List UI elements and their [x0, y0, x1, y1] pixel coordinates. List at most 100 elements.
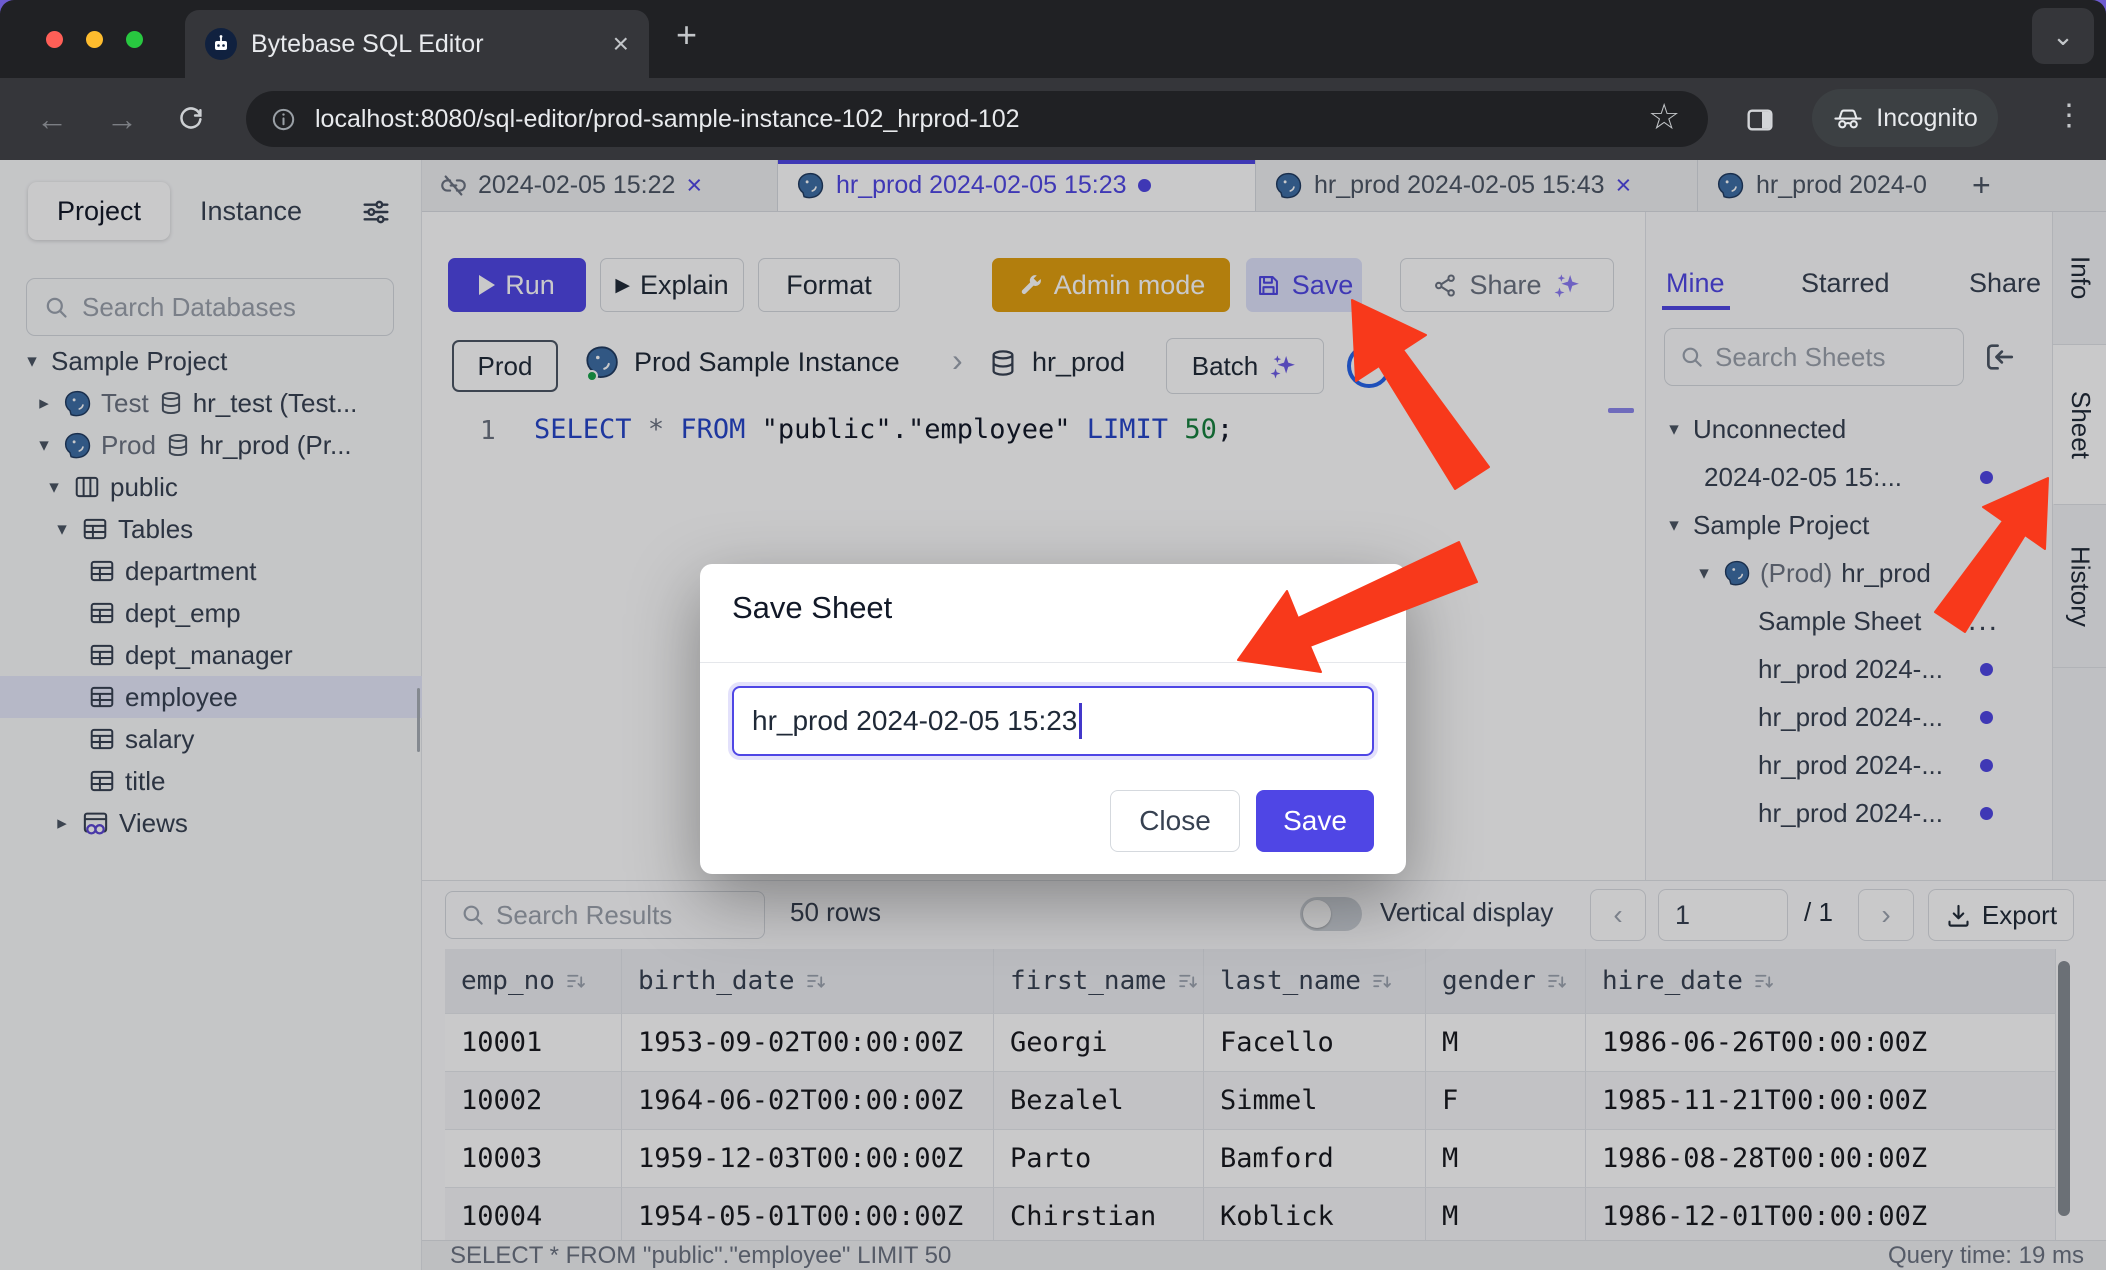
- forward-button[interactable]: →: [106, 101, 138, 138]
- editor-tab[interactable]: hr_prod 2024-0: [1698, 160, 1966, 211]
- table-cell[interactable]: 1954-05-01T00:00:00Z: [622, 1188, 994, 1240]
- database-name[interactable]: hr_prod: [1032, 347, 1125, 378]
- column-header[interactable]: last_name: [1204, 949, 1426, 1014]
- sheet-search[interactable]: [1664, 328, 1964, 386]
- back-button[interactable]: ←: [36, 101, 68, 138]
- window-minimize-button[interactable]: [86, 31, 103, 48]
- tree-item-views-group[interactable]: ▸ Views: [0, 802, 422, 844]
- tab-history[interactable]: History: [2053, 505, 2106, 668]
- tree-item-project[interactable]: ▾ Sample Project: [0, 340, 422, 382]
- table-cell[interactable]: Chirstian: [994, 1188, 1204, 1240]
- table-cell[interactable]: Bezalel: [994, 1072, 1204, 1130]
- column-header[interactable]: birth_date: [622, 949, 994, 1014]
- explain-button[interactable]: ▶ Explain: [600, 258, 744, 312]
- admin-mode-button[interactable]: Admin mode: [992, 258, 1230, 312]
- address-bar[interactable]: localhost:8080/sql-editor/prod-sample-in…: [246, 91, 1708, 147]
- dialog-close-button[interactable]: Close: [1110, 790, 1240, 852]
- prev-page-button[interactable]: ‹: [1590, 889, 1646, 941]
- tab-share[interactable]: Share: [1969, 268, 2041, 299]
- tab-starred[interactable]: Starred: [1801, 268, 1890, 299]
- table-cell[interactable]: 1959-12-03T00:00:00Z: [622, 1130, 994, 1188]
- sort-icon[interactable]: [1177, 970, 1200, 993]
- filter-sliders-icon[interactable]: [360, 196, 392, 228]
- close-icon[interactable]: ×: [1616, 170, 1632, 201]
- sheet-group-unconnected[interactable]: ▾ Unconnected: [1646, 405, 2052, 453]
- table-cell[interactable]: Parto: [994, 1130, 1204, 1188]
- table-cell[interactable]: 1986-06-26T00:00:00Z: [1586, 1014, 2056, 1072]
- new-sheet-button[interactable]: +: [1966, 160, 1997, 211]
- browser-tab[interactable]: Bytebase SQL Editor ×: [185, 10, 649, 78]
- table-cell[interactable]: 1953-09-02T00:00:00Z: [622, 1014, 994, 1072]
- sheet-item[interactable]: hr_prod 2024-...: [1646, 789, 2052, 837]
- browser-menu-button[interactable]: ⋮: [2054, 98, 2084, 133]
- environment-badge[interactable]: Prod: [452, 340, 558, 392]
- sort-icon[interactable]: [565, 970, 588, 993]
- database-search-input[interactable]: [82, 292, 377, 323]
- table-cell[interactable]: Facello: [1204, 1014, 1426, 1072]
- sheet-item[interactable]: Sample Sheet ...: [1646, 597, 2052, 645]
- table-cell[interactable]: 10001: [445, 1014, 622, 1072]
- new-tab-button[interactable]: +: [676, 14, 697, 56]
- sheet-connection[interactable]: ▾ (Prod) hr_prod: [1646, 549, 2052, 597]
- share-button[interactable]: Share: [1400, 258, 1614, 312]
- editor-tab-unconnected[interactable]: 2024-02-05 15:22 ×: [422, 160, 778, 211]
- results-scrollbar[interactable]: [2058, 961, 2070, 1216]
- tab-project[interactable]: Project: [28, 182, 170, 240]
- sheet-name-input[interactable]: hr_prod 2024-02-05 15:23: [732, 686, 1374, 756]
- column-header[interactable]: gender: [1426, 949, 1586, 1014]
- database-search[interactable]: [26, 278, 394, 336]
- tab-mine[interactable]: Mine: [1666, 268, 1725, 299]
- sheet-item[interactable]: hr_prod 2024-...: [1646, 693, 2052, 741]
- tab-instance[interactable]: Instance: [200, 182, 302, 240]
- batch-button[interactable]: Batch: [1166, 338, 1324, 394]
- tree-item-hr-test[interactable]: ▸ Test hr_test (Test...: [0, 382, 422, 424]
- sheet-group-project[interactable]: ▾ Sample Project: [1646, 501, 2052, 549]
- sort-icon[interactable]: [1546, 970, 1569, 993]
- close-icon[interactable]: ×: [686, 170, 702, 201]
- format-button[interactable]: Format: [758, 258, 900, 312]
- column-header[interactable]: first_name: [994, 949, 1204, 1014]
- side-panel-icon[interactable]: [1744, 104, 1776, 136]
- table-cell[interactable]: 1985-11-21T00:00:00Z: [1586, 1072, 2056, 1130]
- editor-tab-active[interactable]: hr_prod 2024-02-05 15:23: [778, 160, 1256, 211]
- table-cell[interactable]: 10003: [445, 1130, 622, 1188]
- sql-code-line[interactable]: SELECT * FROM "public"."employee" LIMIT …: [534, 414, 1233, 445]
- window-close-button[interactable]: [46, 31, 63, 48]
- tab-sheet[interactable]: Sheet: [2053, 345, 2106, 505]
- window-zoom-button[interactable]: [126, 31, 143, 48]
- tab-info[interactable]: Info: [2053, 212, 2106, 345]
- sheet-search-input[interactable]: [1715, 342, 1949, 373]
- tree-item-table[interactable]: salary: [0, 718, 422, 760]
- table-cell[interactable]: 1986-08-28T00:00:00Z: [1586, 1130, 2056, 1188]
- sort-icon[interactable]: [1371, 970, 1394, 993]
- tree-item-table[interactable]: title: [0, 760, 422, 802]
- results-search[interactable]: [445, 891, 765, 939]
- table-cell[interactable]: F: [1426, 1072, 1586, 1130]
- more-icon[interactable]: ...: [1968, 604, 1999, 638]
- next-page-button[interactable]: ›: [1858, 889, 1914, 941]
- tree-item-tables-group[interactable]: ▾ Tables: [0, 508, 422, 550]
- table-cell[interactable]: M: [1426, 1014, 1586, 1072]
- table-cell[interactable]: Simmel: [1204, 1072, 1426, 1130]
- column-header[interactable]: hire_date: [1586, 949, 2056, 1014]
- vertical-display-toggle[interactable]: [1300, 897, 1362, 931]
- sort-icon[interactable]: [1753, 970, 1776, 993]
- table-cell[interactable]: 10002: [445, 1072, 622, 1130]
- export-button[interactable]: Export: [1928, 889, 2074, 941]
- table-cell[interactable]: 1986-12-01T00:00:00Z: [1586, 1188, 2056, 1240]
- tree-item-table[interactable]: dept_emp: [0, 592, 422, 634]
- save-sheet-button[interactable]: Save: [1246, 258, 1362, 312]
- tree-item-hr-prod[interactable]: ▾ Prod hr_prod (Pr...: [0, 424, 422, 466]
- sheet-item[interactable]: hr_prod 2024-...: [1646, 741, 2052, 789]
- sort-icon[interactable]: [805, 970, 828, 993]
- table-cell[interactable]: 1964-06-02T00:00:00Z: [622, 1072, 994, 1130]
- table-cell[interactable]: 10004: [445, 1188, 622, 1240]
- page-number-input[interactable]: [1658, 889, 1788, 941]
- sheet-item[interactable]: 2024-02-05 15:...: [1646, 453, 2052, 501]
- help-circle-icon[interactable]: [1347, 344, 1391, 388]
- sheet-item[interactable]: hr_prod 2024-...: [1646, 645, 2052, 693]
- column-header[interactable]: emp_no: [445, 949, 622, 1014]
- table-cell[interactable]: Bamford: [1204, 1130, 1426, 1188]
- tree-item-table[interactable]: department: [0, 550, 422, 592]
- table-cell[interactable]: Koblick: [1204, 1188, 1426, 1240]
